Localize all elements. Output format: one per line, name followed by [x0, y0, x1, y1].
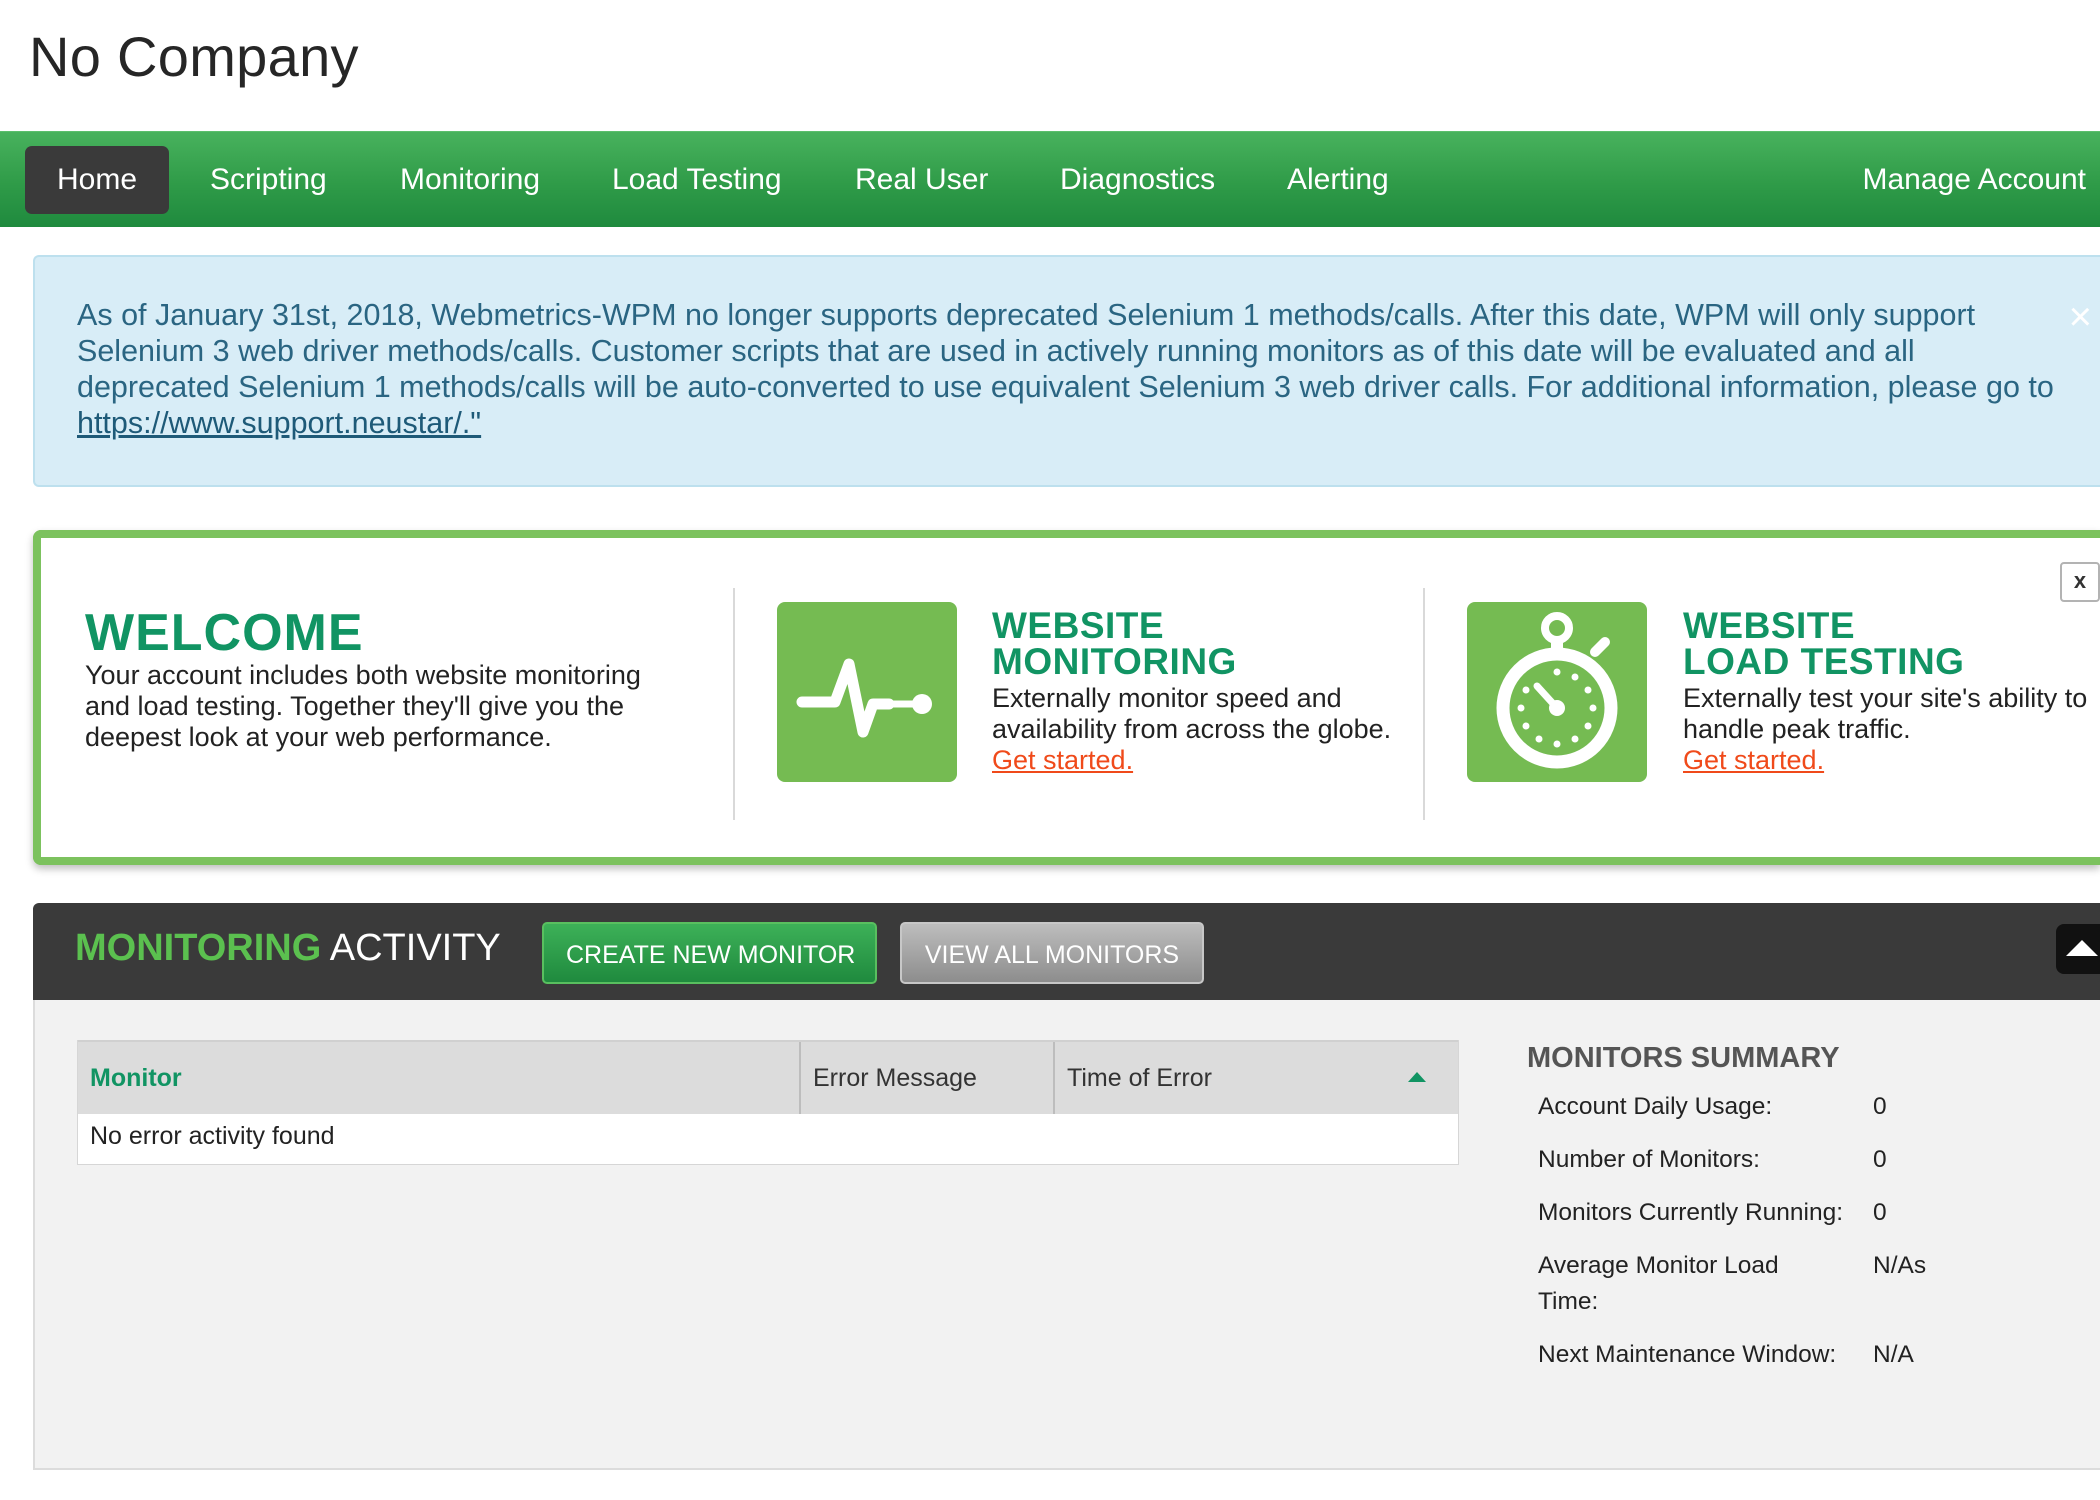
table-body: No error activity found: [78, 1114, 1458, 1164]
nav-monitoring[interactable]: Monitoring: [400, 146, 540, 214]
divider: [1423, 588, 1425, 820]
welcome-text: Your account includes both website monit…: [85, 660, 641, 752]
summary-label: Average Monitor Load Time:: [1538, 1252, 1779, 1315]
create-new-monitor-button[interactable]: CREATE NEW MONITOR: [542, 922, 877, 984]
column-error-message[interactable]: Error Message: [799, 1042, 1053, 1114]
loadtesting-title-line1: WEBSITE: [1683, 605, 1856, 646]
activity-title-green: MONITORING: [75, 927, 322, 969]
summary-row: Average Monitor Load Time: N/As: [1538, 1248, 2087, 1320]
summary-title: MONITORS SUMMARY: [1527, 1042, 1840, 1074]
monitoring-get-started-link[interactable]: Get started.: [992, 745, 1133, 775]
sort-ascending-icon[interactable]: [1408, 1072, 1426, 1082]
nav-alerting[interactable]: Alerting: [1287, 146, 1389, 214]
monitoring-activity-header: MONITORING ACTIVITY CREATE NEW MONITOR V…: [33, 903, 2100, 1000]
nav-real-user[interactable]: Real User: [855, 146, 988, 214]
summary-value: N/As: [1873, 1252, 1927, 1279]
support-link[interactable]: https://www.support.neustar/.": [77, 406, 481, 440]
summary-label: Next Maintenance Window:: [1538, 1341, 1837, 1368]
alert-close-icon[interactable]: ×: [2069, 297, 2092, 337]
column-time-of-error[interactable]: Time of Error: [1053, 1042, 1458, 1114]
nav-manage-account[interactable]: Manage Account: [1863, 146, 2087, 214]
column-monitor[interactable]: Monitor: [78, 1042, 799, 1114]
nav-diagnostics[interactable]: Diagnostics: [1060, 146, 1215, 214]
summary-value: 0: [1873, 1199, 1887, 1226]
alert-text: As of January 31st, 2018, Webmetrics-WPM…: [77, 298, 2054, 404]
monitoring-title-line2: MONITORING: [992, 641, 1237, 682]
monitoring-description: Externally monitor speed and availabilit…: [992, 683, 1392, 744]
divider: [733, 588, 735, 820]
summary-value: 0: [1873, 1146, 1887, 1173]
activity-title-white: ACTIVITY: [321, 927, 501, 969]
collapse-icon[interactable]: [2056, 924, 2100, 974]
column-time-label: Time of Error: [1067, 1064, 1212, 1092]
loadtesting-feature-title: WEBSITE LOAD TESTING: [1683, 605, 2100, 682]
loadtesting-description: Externally test your site's ability to h…: [1683, 683, 2088, 744]
table-header: Monitor Error Message Time of Error: [78, 1040, 1458, 1114]
summary-label: Number of Monitors:: [1538, 1146, 1760, 1173]
monitoring-feature-title: WEBSITE MONITORING: [992, 605, 1412, 682]
nav-scripting[interactable]: Scripting: [210, 146, 327, 214]
summary-row: Number of Monitors: 0: [1538, 1142, 2087, 1178]
activity-title: MONITORING ACTIVITY: [75, 927, 501, 970]
summary-value: 0: [1873, 1093, 1887, 1120]
company-name: No Company: [29, 25, 359, 88]
view-all-monitors-button[interactable]: VIEW ALL MONITORS: [900, 922, 1204, 984]
nav-home[interactable]: Home: [25, 146, 170, 214]
selenium-alert: As of January 31st, 2018, Webmetrics-WPM…: [33, 255, 2100, 487]
stopwatch-icon[interactable]: [1467, 602, 1647, 782]
summary-value: N/A: [1873, 1341, 1914, 1368]
alert-message: As of January 31st, 2018, Webmetrics-WPM…: [77, 297, 2062, 441]
summary-label: Account Daily Usage:: [1538, 1093, 1773, 1120]
summary-label: Monitors Currently Running:: [1538, 1199, 1844, 1226]
welcome-close-button[interactable]: x: [2060, 562, 2100, 602]
nav-load-testing[interactable]: Load Testing: [612, 146, 782, 214]
main-nav: Home Scripting Monitoring Load Testing R…: [0, 131, 2100, 227]
monitoring-title-line1: WEBSITE: [992, 605, 1165, 646]
monitors-summary: MONITORS SUMMARY Account Daily Usage: 0 N…: [1527, 1042, 2087, 1373]
loadtesting-feature-text: Externally test your site's ability to h…: [1683, 683, 2100, 776]
loadtesting-title-line2: LOAD TESTING: [1683, 641, 1965, 682]
error-table: Monitor Error Message Time of Error No e…: [77, 1040, 1459, 1165]
empty-message: No error activity found: [90, 1122, 335, 1150]
loadtesting-get-started-link[interactable]: Get started.: [1683, 745, 1824, 775]
welcome-panel: x WELCOME Your account includes both web…: [33, 530, 2100, 865]
summary-row: Monitors Currently Running: 0: [1538, 1195, 2087, 1231]
pulse-icon[interactable]: [777, 602, 957, 782]
monitoring-activity-body: Monitor Error Message Time of Error No e…: [33, 1000, 2100, 1470]
summary-row: Next Maintenance Window: N/A: [1538, 1337, 2087, 1373]
welcome-title: WELCOME: [85, 604, 364, 662]
summary-row: Account Daily Usage: 0: [1538, 1089, 2087, 1125]
monitoring-feature-text: Externally monitor speed and availabilit…: [992, 683, 1412, 776]
